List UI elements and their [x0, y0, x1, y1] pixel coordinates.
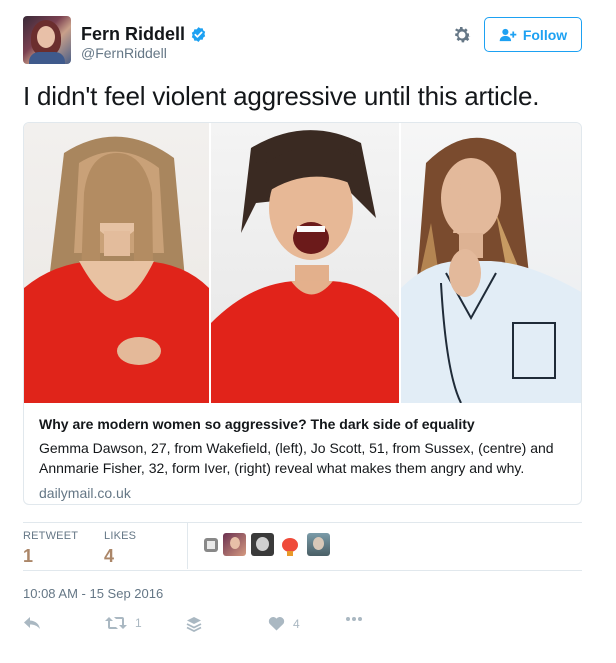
card-title[interactable]: Why are modern women so aggressive? The …	[39, 415, 568, 433]
tweet-timestamp[interactable]: 10:08 AM - 15 Sep 2016	[23, 586, 163, 601]
likes-stat[interactable]: LIKES 4	[104, 530, 136, 567]
retweets-label: RETWEET	[23, 530, 79, 542]
heart-icon	[268, 616, 285, 631]
follow-user-icon	[499, 28, 517, 41]
card-image-center	[211, 123, 399, 403]
more-button[interactable]	[345, 616, 363, 622]
reply-button[interactable]	[23, 616, 41, 630]
liker-avatar[interactable]	[279, 533, 302, 556]
liker-avatar[interactable]	[251, 533, 274, 556]
author-handle[interactable]: @FernRiddell	[81, 45, 167, 61]
card-image-left	[24, 123, 209, 403]
like-count: 4	[293, 616, 300, 631]
likes-label: LIKES	[104, 530, 137, 542]
card-domain[interactable]: dailymail.co.uk	[39, 485, 568, 501]
card-body[interactable]: Why are modern women so aggressive? The …	[24, 403, 581, 504]
card-description: Gemma Dawson, 27, from Wakefield, (left)…	[39, 440, 554, 476]
stats-separator	[187, 522, 188, 569]
follow-label: Follow	[522, 26, 568, 43]
stats-bottom-divider	[23, 570, 582, 571]
likes-value: 4	[104, 546, 115, 566]
author-name[interactable]: Fern Riddell	[81, 24, 185, 45]
card-image-strip[interactable]	[24, 123, 581, 403]
follow-button[interactable]: Follow	[484, 17, 582, 52]
retweet-count: 1	[135, 616, 142, 630]
author-avatar[interactable]	[23, 16, 71, 64]
liker-avatar[interactable]	[204, 537, 218, 552]
stats-top-divider	[23, 522, 582, 523]
card-image-right	[401, 123, 581, 403]
retweet-button[interactable]: 1	[105, 616, 142, 630]
link-card[interactable]: Why are modern women so aggressive? The …	[23, 122, 582, 505]
more-icon	[346, 617, 362, 621]
buffer-button[interactable]	[186, 616, 202, 632]
retweets-stat[interactable]: RETWEET 1	[23, 530, 78, 567]
retweets-value: 1	[23, 546, 34, 566]
tweet-text: I didn't feel violent aggressive until t…	[23, 81, 540, 111]
liker-avatars	[204, 533, 330, 556]
gear-icon[interactable]	[451, 24, 473, 46]
like-button[interactable]: 4	[268, 616, 300, 631]
buffer-icon	[186, 617, 202, 632]
author-name-row[interactable]: Fern Riddell	[81, 24, 207, 45]
retweet-icon	[105, 617, 127, 629]
liker-avatar[interactable]	[223, 533, 246, 556]
verified-badge-icon	[191, 27, 206, 42]
liker-avatar[interactable]	[307, 533, 330, 556]
reply-icon	[24, 617, 40, 629]
